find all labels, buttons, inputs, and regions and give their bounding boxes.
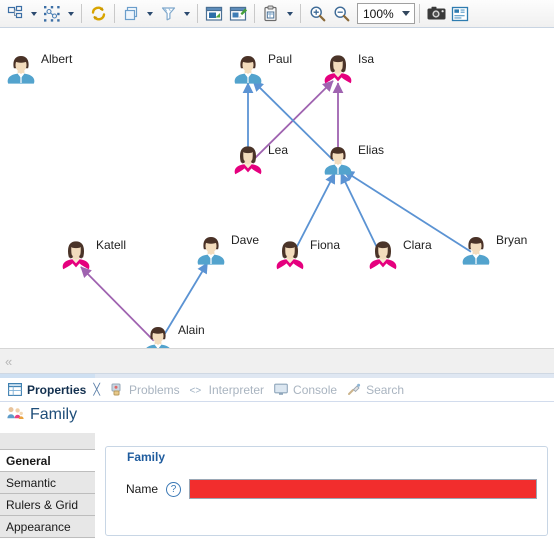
select-all-dropdown-arrow[interactable] <box>64 2 77 26</box>
avatar-female <box>58 236 94 276</box>
node-label: Isa <box>358 52 375 66</box>
toolbar-separator <box>81 4 82 23</box>
node-label: Elias <box>358 143 385 157</box>
main-toolbar: 100% <box>0 0 554 28</box>
avatar-male <box>230 50 266 90</box>
tab-interpreter[interactable]: <> Interpreter <box>186 378 270 402</box>
prop-tab-appearance[interactable]: Appearance <box>0 516 95 538</box>
node-label: Lea <box>268 143 289 157</box>
prop-tab-semantic[interactable]: Semantic <box>0 472 95 494</box>
tab-problems[interactable]: Problems <box>106 378 186 402</box>
node-label: Clara <box>403 238 432 252</box>
tab-search-label: Search <box>366 382 405 397</box>
help-icon[interactable]: ? <box>166 481 182 497</box>
page-title: Family <box>30 406 78 423</box>
zoom-level-combobox[interactable]: 100% <box>357 3 415 24</box>
prop-tab-semantic-label: Semantic <box>6 476 57 490</box>
zoom-out-icon[interactable] <box>329 2 353 26</box>
name-input[interactable] <box>189 479 537 499</box>
paste-dropdown-arrow[interactable] <box>283 2 296 26</box>
properties-body: Family Name ? <box>95 432 554 539</box>
problems-icon <box>109 382 125 398</box>
layers-dropdown-arrow[interactable] <box>143 2 156 26</box>
interpreter-icon: <> <box>189 382 205 398</box>
pin-diagram-icon[interactable] <box>226 2 250 26</box>
avatar-male <box>140 321 176 348</box>
tab-problems-label: Problems <box>128 382 180 397</box>
avatar-male <box>458 231 494 271</box>
view-tab-bar: Properties ╳ Problems <> Interpreter Con… <box>0 378 554 402</box>
refresh-icon[interactable] <box>86 2 110 26</box>
toolbar-separator <box>114 4 115 23</box>
tab-search[interactable]: Search <box>343 378 410 402</box>
diagram-edges <box>80 80 472 342</box>
properties-icon <box>7 382 23 398</box>
tab-console-label: Console <box>293 382 338 397</box>
family-section-title: Family <box>127 450 166 464</box>
node-label: Fiona <box>310 238 341 252</box>
toolbar-separator <box>419 4 420 23</box>
properties-header: Family <box>0 402 554 428</box>
node-label: Albert <box>41 52 73 66</box>
node-label: Dave <box>231 233 260 247</box>
tab-properties-label: Properties <box>27 382 87 397</box>
name-label: Name <box>126 482 159 496</box>
select-all-icon[interactable] <box>40 2 64 26</box>
zoom-level-value: 100% <box>363 6 394 21</box>
avatar-female <box>320 50 356 90</box>
node-label: Bryan <box>496 233 528 247</box>
svg-text:<>: <> <box>189 385 201 396</box>
close-icon[interactable]: ╳ <box>93 383 100 396</box>
layers-icon[interactable] <box>119 2 143 26</box>
tab-console[interactable]: Console <box>270 378 343 402</box>
filter-icon[interactable] <box>156 2 180 26</box>
tab-interpreter-label: Interpreter <box>208 382 265 397</box>
camera-icon[interactable] <box>424 2 448 26</box>
diagram-canvas[interactable]: Albert Paul Isa Lea Elias Katell Dave Fiona Clar… <box>0 28 554 348</box>
arrange-icon[interactable] <box>3 2 27 26</box>
arrange-dropdown-arrow[interactable] <box>27 2 40 26</box>
search-icon <box>346 382 362 398</box>
avatar-female <box>272 236 308 276</box>
avatar-male <box>193 231 229 271</box>
editor-bottom-sash[interactable]: « <box>0 348 554 374</box>
prop-tab-general-label: General <box>6 454 51 468</box>
toolbar-separator <box>197 4 198 23</box>
avatar-female <box>230 141 266 181</box>
family-section: Family Name ? <box>105 446 548 536</box>
export-image-icon[interactable] <box>202 2 226 26</box>
toolbar-separator <box>254 4 255 23</box>
node-label: Paul <box>268 52 293 66</box>
name-field-row: Name ? <box>106 477 547 501</box>
prop-tab-appearance-label: Appearance <box>6 520 71 534</box>
node-label: Katell <box>96 238 127 252</box>
console-icon <box>273 382 289 398</box>
tab-properties[interactable]: Properties ╳ <box>4 378 106 402</box>
layout-icon[interactable] <box>448 2 472 26</box>
prop-tab-rulers-grid[interactable]: Rulers & Grid <box>0 494 95 516</box>
family-section-header[interactable]: Family <box>106 447 547 467</box>
paste-icon[interactable] <box>259 2 283 26</box>
zoom-in-icon[interactable] <box>305 2 329 26</box>
avatar-male <box>3 50 39 90</box>
prop-tab-rulers-grid-label: Rulers & Grid <box>6 498 79 512</box>
chevron-down-icon[interactable] <box>398 11 414 16</box>
tab-list-top-filler <box>0 433 95 450</box>
toolbar-separator <box>300 4 301 23</box>
avatar-male <box>320 141 356 181</box>
avatar-female <box>365 236 401 276</box>
filter-dropdown-arrow[interactable] <box>180 2 193 26</box>
family-icon <box>6 405 24 425</box>
properties-tab-list: General Semantic Rulers & Grid Appearanc… <box>0 432 95 539</box>
prop-tab-general[interactable]: General <box>0 450 95 472</box>
node-label: Alain <box>178 323 205 337</box>
collapse-chevron-icon[interactable]: « <box>0 355 12 368</box>
